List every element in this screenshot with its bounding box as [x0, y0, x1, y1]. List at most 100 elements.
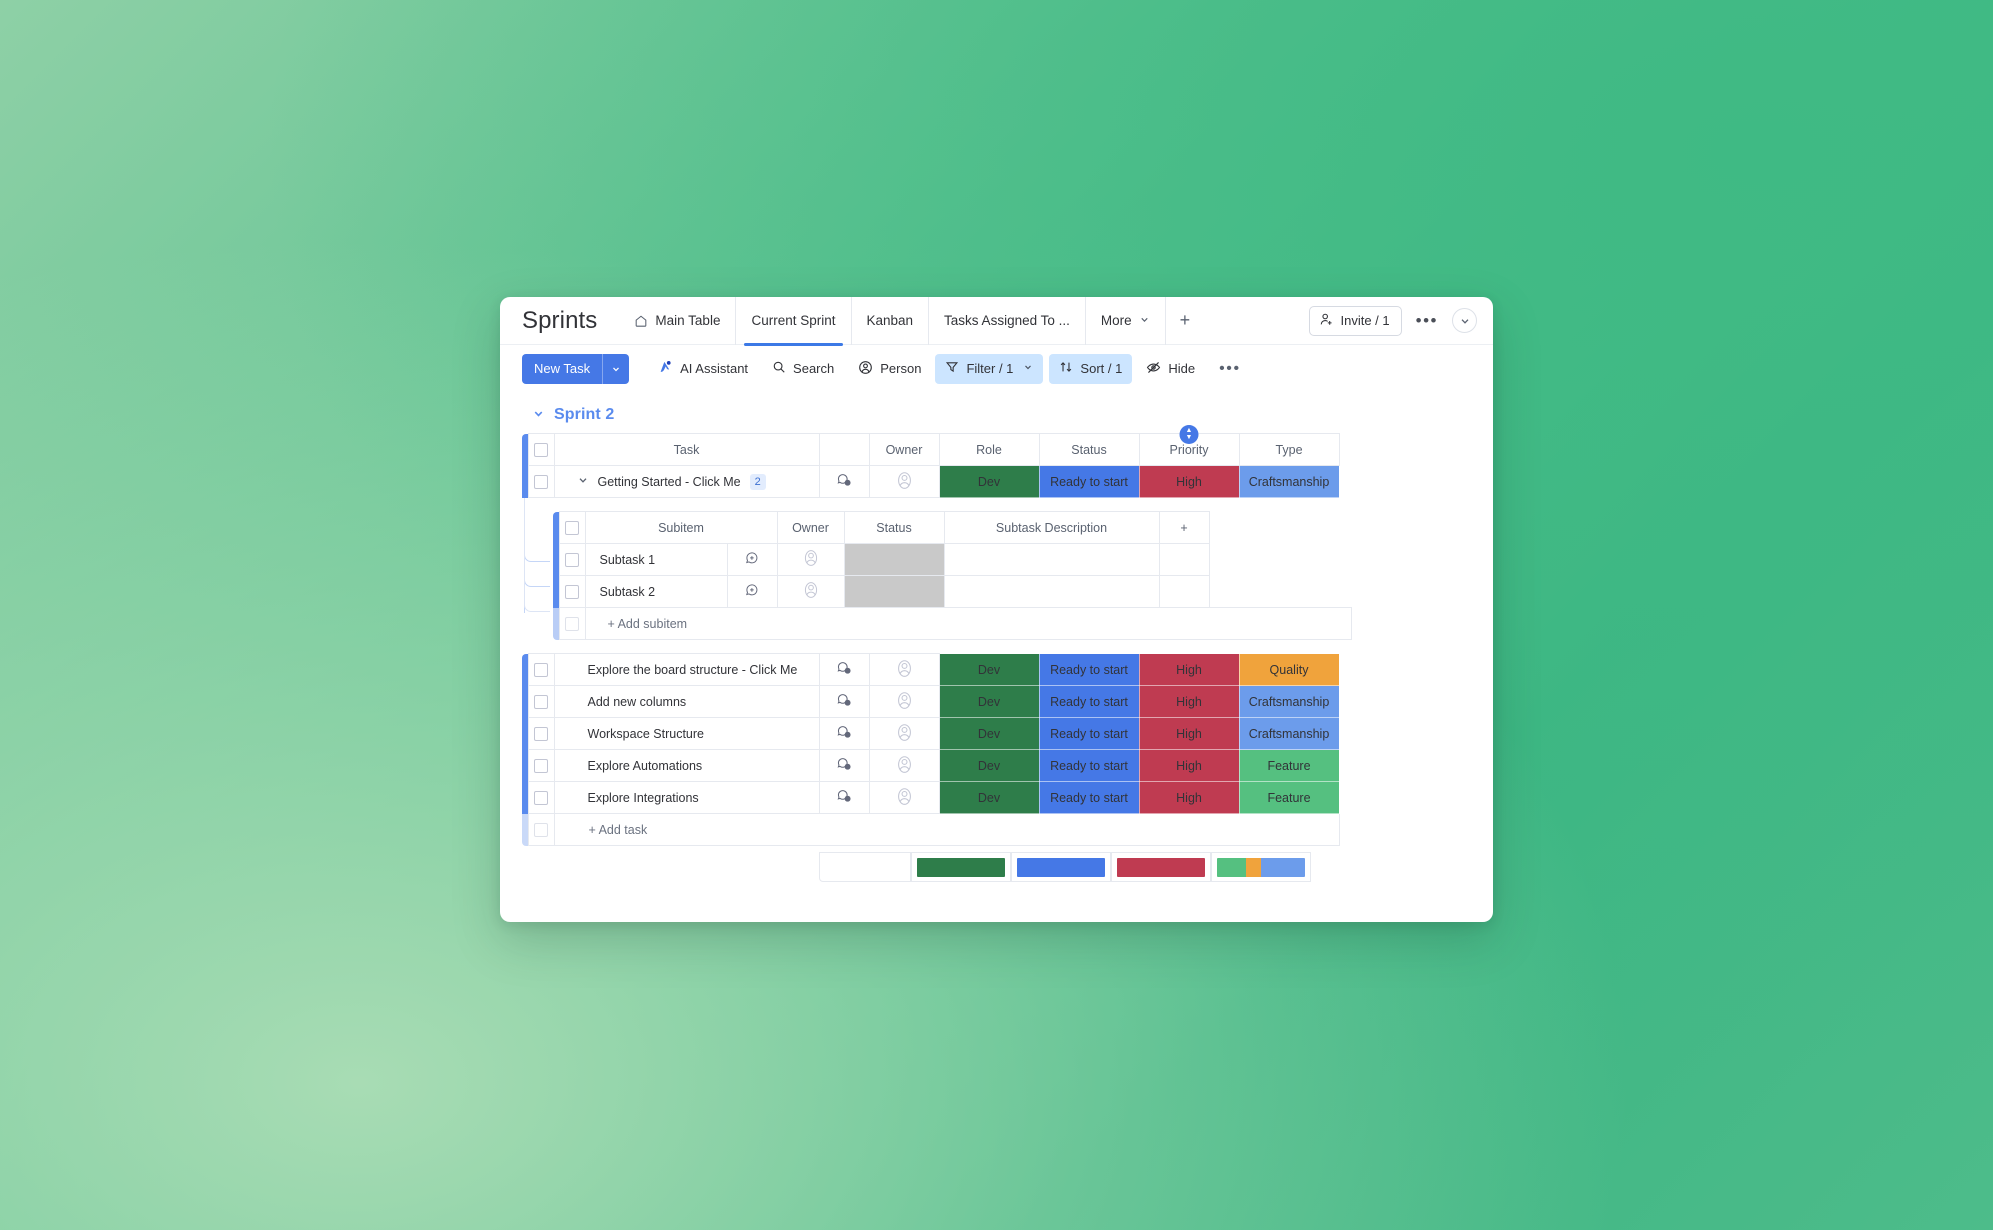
tab-main-table[interactable]: Main Table: [619, 297, 737, 345]
chevron-down-icon[interactable]: [1023, 362, 1033, 375]
column-header-role[interactable]: Role: [938, 433, 1040, 466]
type-cell[interactable]: Craftsmanship: [1238, 465, 1340, 498]
owner-cell[interactable]: [868, 653, 940, 686]
priority-cell[interactable]: High: [1138, 781, 1240, 814]
person-filter-button[interactable]: Person: [848, 354, 931, 384]
filter-button[interactable]: Filter / 1: [935, 353, 1044, 384]
task-name-cell[interactable]: Explore the board structure - Click Me: [553, 653, 820, 686]
role-cell[interactable]: Dev: [938, 465, 1040, 498]
task-name-cell[interactable]: Explore Automations: [553, 749, 820, 782]
column-header-priority[interactable]: ▲ ▼ Priority: [1138, 425, 1240, 466]
search-button[interactable]: Search: [762, 354, 844, 384]
status-cell[interactable]: Ready to start: [1038, 685, 1140, 718]
row-checkbox[interactable]: [534, 758, 548, 773]
subitem-owner-cell[interactable]: [776, 543, 845, 576]
invite-button[interactable]: Invite / 1: [1308, 305, 1402, 336]
status-cell[interactable]: Ready to start: [1038, 653, 1140, 686]
subtask-description-cell[interactable]: [943, 543, 1160, 576]
status-cell[interactable]: Ready to start: [1038, 781, 1140, 814]
summary-status[interactable]: [1011, 852, 1111, 882]
owner-cell[interactable]: [868, 717, 940, 750]
owner-cell[interactable]: [868, 749, 940, 782]
tab-more[interactable]: More: [1086, 297, 1166, 345]
summary-priority[interactable]: [1111, 852, 1211, 882]
updates-cell[interactable]: 0: [818, 685, 870, 718]
updates-cell[interactable]: 0: [818, 465, 870, 498]
add-view-button[interactable]: +: [1166, 297, 1205, 345]
subitem-name-cell[interactable]: Subtask 1: [584, 543, 728, 576]
status-cell[interactable]: Ready to start: [1038, 749, 1140, 782]
tab-tasks-assigned-to[interactable]: Tasks Assigned To ...: [929, 297, 1086, 345]
row-checkbox[interactable]: [534, 726, 548, 741]
row-checkbox[interactable]: [534, 790, 548, 805]
task-name-cell[interactable]: Getting Started - Click Me 2: [553, 465, 820, 498]
hide-button[interactable]: Hide: [1136, 354, 1205, 384]
column-header-status[interactable]: Status: [1038, 433, 1140, 466]
summary-role[interactable]: [911, 852, 1011, 882]
row-checkbox[interactable]: [534, 474, 548, 489]
subitem-checkbox[interactable]: [565, 552, 579, 567]
toolbar-overflow-button[interactable]: •••: [1209, 354, 1251, 384]
subitem-status-cell[interactable]: [843, 575, 945, 608]
chevron-down-icon[interactable]: [532, 407, 545, 423]
priority-cell[interactable]: High: [1138, 685, 1240, 718]
updates-cell[interactable]: 0: [818, 749, 870, 782]
add-subitem-row[interactable]: + Add subitem: [553, 607, 1352, 640]
collapse-header-button[interactable]: [1452, 308, 1477, 333]
role-cell[interactable]: Dev: [938, 749, 1040, 782]
row-checkbox[interactable]: [534, 694, 548, 709]
priority-cell[interactable]: High: [1138, 653, 1240, 686]
type-cell[interactable]: Feature: [1238, 781, 1340, 814]
column-header-owner[interactable]: Owner: [868, 433, 940, 466]
new-task-button[interactable]: New Task: [522, 353, 630, 384]
owner-cell[interactable]: [868, 465, 940, 498]
priority-cell[interactable]: High: [1138, 465, 1240, 498]
column-header-subitem-status[interactable]: Status: [843, 511, 945, 544]
updates-cell[interactable]: 0: [818, 781, 870, 814]
group-title[interactable]: Sprint 2: [554, 406, 614, 424]
role-cell[interactable]: Dev: [938, 717, 1040, 750]
subitem-status-cell[interactable]: [843, 543, 945, 576]
column-header-subitem-owner[interactable]: Owner: [776, 511, 845, 544]
subitem-select-all-checkbox[interactable]: [565, 520, 579, 535]
type-cell[interactable]: Feature: [1238, 749, 1340, 782]
subitem-checkbox[interactable]: [565, 584, 579, 599]
column-header-subtask-description[interactable]: Subtask Description: [943, 511, 1160, 544]
summary-type[interactable]: [1211, 852, 1311, 882]
subitem-updates-cell[interactable]: [726, 575, 778, 608]
add-subitem-checkbox[interactable]: [565, 616, 579, 631]
subitem-name-cell[interactable]: Subtask 2: [584, 575, 728, 608]
priority-cell[interactable]: High: [1138, 749, 1240, 782]
subitem-updates-cell[interactable]: [726, 543, 778, 576]
updates-cell[interactable]: 0: [818, 653, 870, 686]
type-cell[interactable]: Quality: [1238, 653, 1340, 686]
role-cell[interactable]: Dev: [938, 685, 1040, 718]
owner-cell[interactable]: [868, 685, 940, 718]
priority-cell[interactable]: High: [1138, 717, 1240, 750]
tab-kanban[interactable]: Kanban: [852, 297, 930, 345]
expand-row-icon[interactable]: [577, 474, 589, 489]
add-task-row[interactable]: + Add task: [522, 813, 1340, 846]
add-task-label[interactable]: + Add task: [553, 813, 1340, 846]
status-cell[interactable]: Ready to start: [1038, 717, 1140, 750]
type-cell[interactable]: Craftsmanship: [1238, 717, 1340, 750]
column-header-type[interactable]: Type: [1238, 433, 1340, 466]
subitem-owner-cell[interactable]: [776, 575, 845, 608]
owner-cell[interactable]: [868, 781, 940, 814]
tab-current-sprint[interactable]: Current Sprint: [736, 297, 852, 346]
task-name-cell[interactable]: Workspace Structure: [553, 717, 820, 750]
column-header-subitem[interactable]: Subitem: [584, 511, 778, 544]
status-cell[interactable]: Ready to start: [1038, 465, 1140, 498]
subtask-description-cell[interactable]: [943, 575, 1160, 608]
row-checkbox[interactable]: [534, 662, 548, 677]
task-name-cell[interactable]: Explore Integrations: [553, 781, 820, 814]
add-subitem-column-button[interactable]: +: [1158, 511, 1210, 544]
role-cell[interactable]: Dev: [938, 781, 1040, 814]
chevron-down-icon[interactable]: [603, 354, 629, 384]
ai-assistant-button[interactable]: AI Assistant: [647, 354, 758, 384]
add-subitem-label[interactable]: + Add subitem: [584, 607, 1352, 640]
select-all-checkbox[interactable]: [534, 442, 548, 457]
type-cell[interactable]: Craftsmanship: [1238, 685, 1340, 718]
updates-cell[interactable]: 0: [818, 717, 870, 750]
add-task-checkbox[interactable]: [534, 822, 548, 837]
